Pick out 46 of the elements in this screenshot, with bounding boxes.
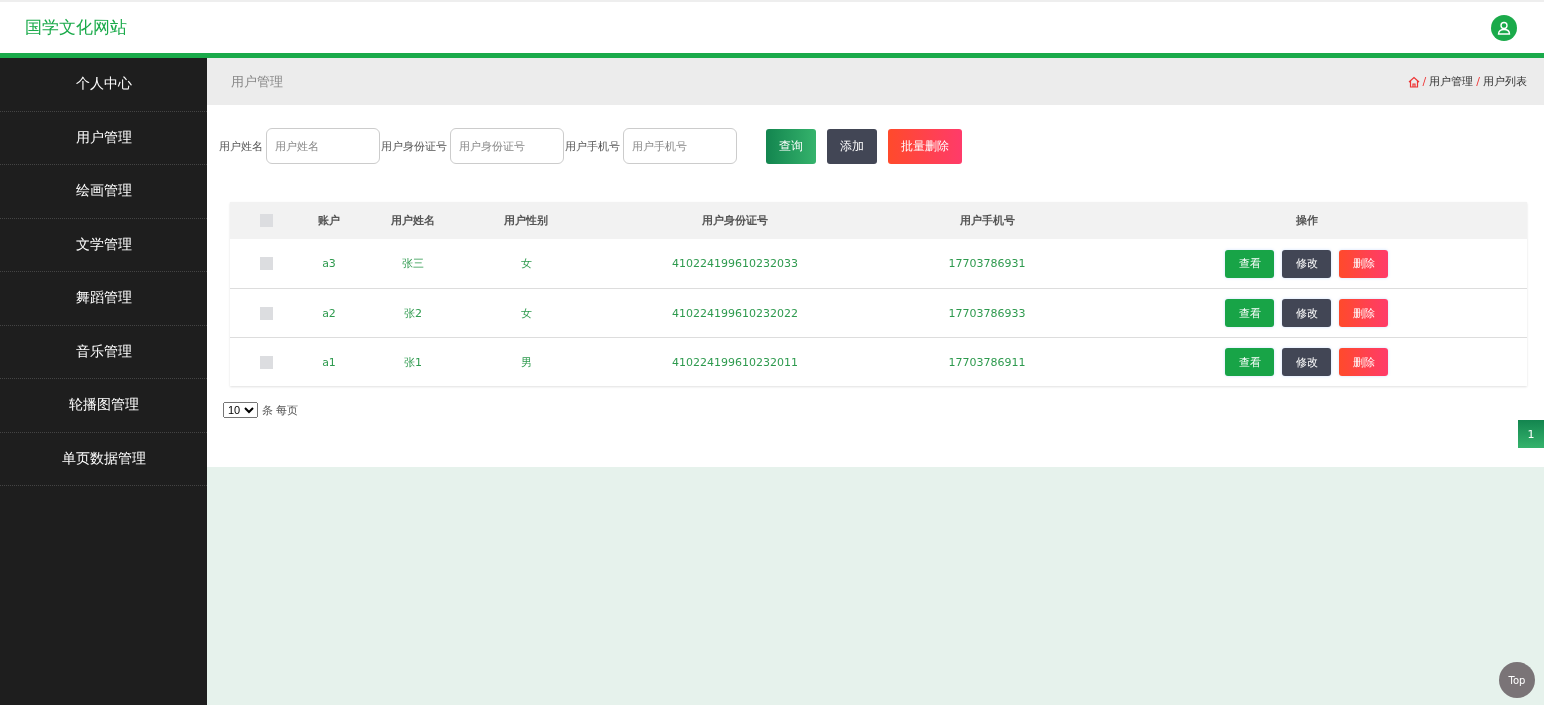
search-button[interactable]: 查询 (766, 128, 816, 164)
site-title: 国学文化网站 (25, 16, 127, 39)
page-title: 用户管理 (231, 72, 283, 91)
table-cell: 410224199610232033 (672, 257, 798, 270)
filter-input-field[interactable]: 用户身份证号 (450, 128, 564, 164)
table-cell: 男 (520, 354, 532, 370)
filter-label: 用户姓名 (219, 138, 263, 154)
breadcrumb-separator: / (1476, 75, 1480, 88)
edit-button[interactable]: 修改 (1282, 249, 1331, 278)
table-cell: a1 (322, 355, 336, 369)
breadcrumb-item[interactable]: 用户管理 (1429, 74, 1474, 89)
table-cell: 17703786911 (948, 355, 1026, 369)
table-cell: 张三 (402, 256, 424, 271)
filter-input-field[interactable]: 用户手机号 (623, 128, 737, 164)
column-header: 用户手机号 (959, 213, 1015, 228)
column-header: 用户姓名 (391, 213, 435, 228)
row-checkbox[interactable] (259, 355, 273, 369)
row-checkbox[interactable] (259, 257, 273, 270)
table-cell: 张2 (404, 305, 422, 321)
table-cell: 410224199610232011 (672, 355, 798, 369)
add-button[interactable]: 添加 (827, 128, 877, 164)
table-cell: 女 (520, 305, 532, 321)
filter-input-field[interactable]: 用户姓名 (266, 128, 380, 164)
table-cell: 17703786931 (948, 257, 1026, 270)
table-cell: a3 (322, 257, 336, 270)
table-cell: 张1 (404, 354, 422, 370)
table-cell: 410224199610232022 (672, 306, 798, 320)
column-header: 用户性别 (504, 213, 548, 228)
page-size-select[interactable]: 10 (223, 402, 258, 418)
breadcrumb-item[interactable]: 用户列表 (1483, 74, 1527, 89)
home-icon[interactable] (1407, 75, 1420, 88)
table-cell: a2 (322, 306, 336, 320)
column-header: 用户身份证号 (702, 213, 768, 228)
row-checkbox[interactable] (259, 306, 273, 320)
column-header: 账户 (318, 213, 340, 228)
filter-label: 用户身份证号 (381, 138, 447, 154)
breadcrumb-separator: / (1422, 75, 1427, 88)
page-size-label: 条 每页 (262, 402, 299, 418)
edit-button[interactable]: 修改 (1282, 348, 1331, 376)
user-avatar-icon[interactable] (1491, 14, 1517, 41)
table-cell: 17703786933 (948, 306, 1026, 320)
back-to-top-button[interactable]: Top (1499, 662, 1535, 698)
filter-label: 用户手机号 (565, 138, 620, 154)
column-header: 操作 (1295, 213, 1318, 228)
table-cell: 女 (520, 256, 532, 271)
edit-button[interactable]: 修改 (1282, 299, 1331, 327)
